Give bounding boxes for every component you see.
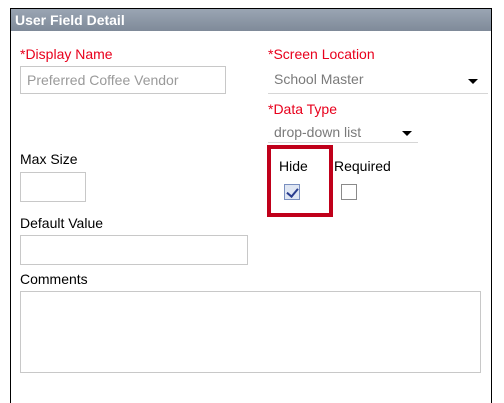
comments-label: Comments	[20, 271, 88, 287]
screen-location-value: School Master	[274, 71, 364, 87]
user-field-detail-panel: User Field Detail *Display Name Preferre…	[10, 8, 492, 403]
max-size-input[interactable]	[20, 172, 86, 202]
max-size-label: Max Size	[20, 151, 78, 167]
data-type-value: drop-down list	[274, 124, 362, 140]
chevron-down-icon	[402, 131, 412, 136]
hide-highlight-box	[267, 145, 333, 217]
screen-location-label: *Screen Location	[268, 46, 375, 62]
screen-location-select[interactable]: School Master	[268, 66, 488, 94]
required-label: Required	[334, 158, 391, 174]
panel-header: User Field Detail	[11, 9, 491, 31]
required-checkbox[interactable]	[341, 184, 357, 200]
display-name-label: *Display Name	[20, 46, 113, 62]
comments-textarea[interactable]	[20, 291, 481, 373]
default-value-label: Default Value	[20, 215, 104, 231]
data-type-select[interactable]: drop-down list	[268, 121, 418, 143]
chevron-down-icon	[468, 79, 478, 84]
data-type-label: *Data Type	[268, 101, 338, 117]
display-name-input[interactable]: Preferred Coffee Vendor	[20, 66, 226, 94]
default-value-input[interactable]	[20, 235, 248, 265]
